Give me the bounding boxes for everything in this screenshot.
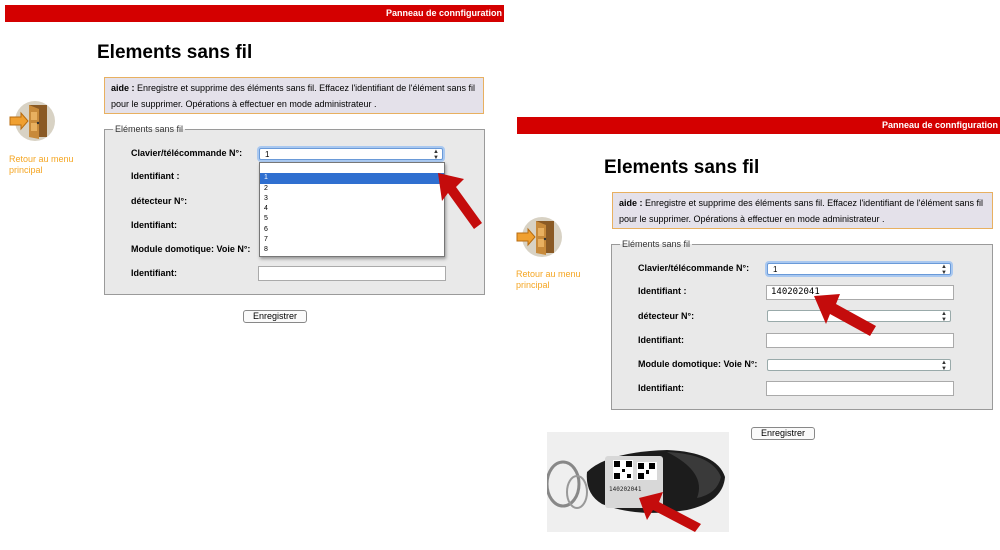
detector-label: détecteur N°: <box>638 311 695 321</box>
help-label: aide : <box>111 83 135 93</box>
help-label: aide : <box>619 198 643 208</box>
module-select[interactable]: ▲ ▼ <box>767 359 951 372</box>
pointer-arrow-icon <box>814 294 876 336</box>
save-button[interactable]: Enregistrer <box>751 427 815 440</box>
dropdown-option[interactable] <box>260 163 444 173</box>
help-box: aide : Enregistre et supprime des élémen… <box>612 192 993 229</box>
dropdown-option[interactable]: 5 <box>260 214 444 224</box>
header-title: Panneau de connfiguration <box>385 8 502 18</box>
keypad-select-value: 1 <box>265 150 270 159</box>
keypad-select[interactable]: 1 ▲ ▼ <box>767 263 951 276</box>
dropdown-option-selected[interactable]: 1 <box>260 173 444 184</box>
header-title: Panneau de connfiguration <box>881 120 998 130</box>
dropdown-option[interactable]: 3 <box>260 194 444 204</box>
save-button[interactable]: Enregistrer <box>243 310 307 323</box>
pointer-arrow-icon <box>639 492 701 532</box>
select-arrows-icon: ▲ ▼ <box>433 149 439 161</box>
module-label: Module domotique: Voie N°: <box>131 244 251 254</box>
dropdown-option[interactable]: 6 <box>260 225 444 235</box>
fieldset-legend: Eléments sans fil <box>115 124 184 134</box>
keypad-select-value: 1 <box>773 265 778 274</box>
door-exit-icon[interactable] <box>7 97 55 145</box>
identifier-1-label: Identifiant : <box>638 286 687 296</box>
page-title: Elements sans fil <box>604 157 760 178</box>
pointer-arrow-icon <box>438 173 482 229</box>
keypad-dropdown-list[interactable]: 1 2 3 4 5 6 7 8 <box>259 162 445 257</box>
keypad-select[interactable]: 1 ▲ ▼ <box>259 148 443 161</box>
dropdown-option[interactable]: 2 <box>260 184 444 194</box>
detector-label: détecteur N°: <box>131 196 188 206</box>
keypad-label: Clavier/télécommande N°: <box>638 263 750 273</box>
dropdown-option[interactable]: 7 <box>260 235 444 245</box>
select-arrows-icon: ▲ ▼ <box>941 264 947 276</box>
help-text: Enregistre et supprime des éléments sans… <box>111 83 475 109</box>
select-arrows-icon: ▲ ▼ <box>941 311 947 323</box>
page-title: Elements sans fil <box>97 42 253 63</box>
select-arrows-icon: ▲ ▼ <box>941 360 947 372</box>
help-box: aide : Enregistre et supprime des élémen… <box>104 77 484 114</box>
help-text: Enregistre et supprime des éléments sans… <box>619 198 983 224</box>
identifier-3-label: Identifiant: <box>131 268 177 278</box>
fieldset-legend: Eléments sans fil <box>622 239 691 249</box>
dropdown-option[interactable]: 8 <box>260 245 444 255</box>
key-fob-photo: 140202041 <box>547 432 729 532</box>
header-bar: Panneau de connfiguration <box>5 5 504 22</box>
back-to-menu-link[interactable]: Retour au menu principal <box>516 269 586 291</box>
door-exit-icon[interactable] <box>514 213 562 261</box>
identifier-3-input[interactable] <box>258 266 446 281</box>
identifier-2-label: Identifiant: <box>638 335 684 345</box>
back-to-menu-link[interactable]: Retour au menu principal <box>9 154 79 176</box>
dropdown-option[interactable]: 4 <box>260 204 444 214</box>
identifier-2-label: Identifiant: <box>131 220 177 230</box>
identifier-3-label: Identifiant: <box>638 383 684 393</box>
identifier-3-input[interactable] <box>766 381 954 396</box>
identifier-1-label: Identifiant : <box>131 171 180 181</box>
header-bar: Panneau de connfiguration <box>517 117 1000 134</box>
keypad-label: Clavier/télécommande N°: <box>131 148 243 158</box>
module-label: Module domotique: Voie N°: <box>638 359 758 369</box>
